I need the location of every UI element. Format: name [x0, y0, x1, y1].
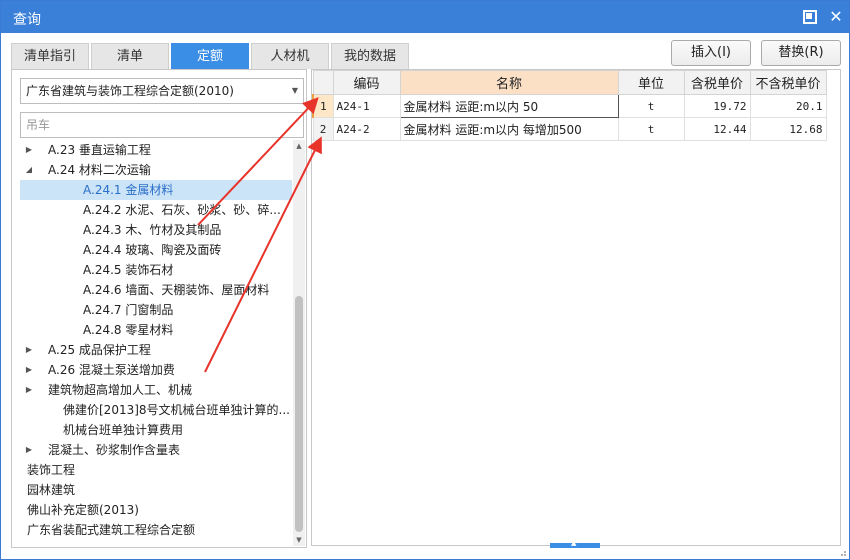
- quota-code: A24-2: [332, 117, 401, 141]
- quota-table-panel: 编码 名称 单位 含税单价 不含税单价 1 A24-1 金属材料 运距:m以内 …: [311, 69, 841, 546]
- insert-button[interactable]: 插入(I): [671, 40, 751, 66]
- column-header-price-with-tax[interactable]: 含税单价: [683, 70, 751, 95]
- tree-item-label: A.24.5 装饰石材: [83, 263, 174, 277]
- tree-item-a25[interactable]: ▶ A.25 成品保护工程: [12, 340, 292, 360]
- row-number: 2: [312, 117, 334, 141]
- tree-collapse-icon[interactable]: ◢: [24, 160, 34, 180]
- tree-item-foshan-doc[interactable]: 佛建价[2013]8号文机械台班单独计算的...: [12, 400, 292, 420]
- column-header-rownum: [312, 70, 334, 95]
- row-number: 1: [312, 94, 334, 118]
- library-select-value: 广东省建筑与装饰工程综合定额(2010): [26, 84, 234, 98]
- tree-item-mix-table[interactable]: ▶ 混凝土、砂浆制作含量表: [12, 440, 292, 460]
- search-input[interactable]: [20, 112, 304, 138]
- tree-item-a24-7[interactable]: A.24.7 门窗制品: [12, 300, 292, 320]
- quota-name[interactable]: 金属材料 运距:m以内 50: [399, 94, 619, 118]
- tree-item-prefab[interactable]: ▶ 广东省装配式建筑工程综合定额: [12, 520, 292, 540]
- tree-item-label: A.24 材料二次运输: [48, 163, 151, 177]
- column-header-price-without-tax[interactable]: 不含税单价: [749, 70, 827, 95]
- table-row[interactable]: 2 A24-2 金属材料 运距:m以内 每增加500 t 12.44 12.68: [312, 117, 827, 141]
- quota-code: A24-1: [332, 94, 401, 118]
- tree-item-a23[interactable]: ▶ A.23 垂直运输工程: [12, 140, 292, 160]
- tree-item-a24-4[interactable]: A.24.4 玻璃、陶瓷及面砖: [12, 240, 292, 260]
- table-header: 编码 名称 单位 含税单价 不含税单价: [312, 70, 827, 95]
- tree-item-label: A.25 成品保护工程: [48, 343, 151, 357]
- chevron-up-icon: ▲: [571, 539, 577, 547]
- tree-item-a24-1[interactable]: A.24.1 金属材料: [20, 180, 292, 200]
- tree-scrollbar[interactable]: ▲ ▼: [293, 140, 305, 546]
- tree-expand-icon[interactable]: ▶: [12, 520, 13, 540]
- tree-item-label: 佛山补充定额(2013): [27, 503, 139, 517]
- price-without-tax: 20.1: [749, 94, 827, 118]
- resize-grip-icon[interactable]: [837, 547, 847, 557]
- tab-my-data[interactable]: 我的数据: [331, 43, 409, 69]
- scroll-up-icon[interactable]: ▲: [293, 142, 305, 150]
- tree-item-a24-5[interactable]: A.24.5 装饰石材: [12, 260, 292, 280]
- maximize-icon[interactable]: [801, 8, 819, 26]
- tab-labor-material-machine[interactable]: 人材机: [251, 43, 329, 69]
- tree-item-a24-3[interactable]: A.24.3 木、竹材及其制品: [12, 220, 292, 240]
- tree-item-decoration[interactable]: ▶ 装饰工程: [12, 460, 292, 480]
- tree-item-label: A.24.4 玻璃、陶瓷及面砖: [83, 243, 222, 257]
- tree-item-a24-6[interactable]: A.24.6 墙面、天棚装饰、屋面材料: [12, 280, 292, 300]
- tree-item-label: A.24.2 水泥、石灰、砂浆、砂、碎...: [83, 203, 281, 217]
- tree-item-label: 园林建筑: [27, 483, 76, 497]
- tab-list-guide[interactable]: 清单指引: [11, 43, 89, 69]
- library-select[interactable]: 广东省建筑与装饰工程综合定额(2010) ▼: [20, 78, 304, 104]
- tree-item-label: 装饰工程: [27, 463, 76, 477]
- tree-expand-icon[interactable]: ▶: [12, 480, 13, 500]
- price-with-tax: 12.44: [683, 117, 751, 141]
- tree-item-a24-2[interactable]: A.24.2 水泥、石灰、砂浆、砂、碎...: [12, 200, 292, 220]
- tree-item-label: A.24.6 墙面、天棚装饰、屋面材料: [83, 283, 270, 297]
- tree-item-label: A.24.3 木、竹材及其制品: [83, 223, 222, 237]
- tree-expand-icon[interactable]: ▶: [24, 380, 34, 400]
- tree-item-label: A.26 混凝土泵送增加费: [48, 363, 175, 377]
- tree-item-label: 广东省装配式建筑工程综合定额: [27, 523, 196, 537]
- dropdown-arrow-icon[interactable]: ▼: [292, 79, 298, 103]
- tree-item-landscape[interactable]: ▶ 园林建筑: [12, 480, 292, 500]
- tree-item-a24-8[interactable]: A.24.8 零星材料: [12, 320, 292, 340]
- quota-tree: ▶ A.23 垂直运输工程 ◢ A.24 材料二次运输 A.24.1 金属材料 A.24.…: [12, 140, 292, 546]
- tree-expand-icon[interactable]: ▶: [12, 500, 13, 520]
- tree-item-foshan-supplement[interactable]: ▶ 佛山补充定额(2013): [12, 500, 292, 520]
- tree-expand-icon[interactable]: ▶: [24, 340, 34, 360]
- tree-item-a24[interactable]: ◢ A.24 材料二次运输: [12, 160, 292, 180]
- query-dialog: 查询 ✕ 清单指引 清单 定额 人材机 我的数据 插入(I) 替换(R) 广东省…: [0, 0, 850, 560]
- price-without-tax: 12.68: [749, 117, 827, 141]
- column-header-code[interactable]: 编码: [332, 70, 401, 95]
- left-panel: 广东省建筑与装饰工程综合定额(2010) ▼ ▶ A.23 垂直运输工程 ◢ A.24…: [11, 69, 307, 548]
- price-with-tax: 19.72: [683, 94, 751, 118]
- column-header-name[interactable]: 名称: [399, 70, 619, 95]
- quota-unit: t: [617, 117, 685, 141]
- tree-item-machine-shift[interactable]: 机械台班单独计算费用: [12, 420, 292, 440]
- tree-item-label: 佛建价[2013]8号文机械台班单独计算的...: [63, 403, 290, 417]
- tree-item-label: A.24.7 门窗制品: [83, 303, 174, 317]
- column-header-unit[interactable]: 单位: [617, 70, 685, 95]
- tree-item-superhigh[interactable]: ▶ 建筑物超高增加人工、机械: [12, 380, 292, 400]
- tree-expand-icon[interactable]: ▶: [24, 140, 34, 160]
- tree-item-label: A.24.1 金属材料: [83, 183, 174, 197]
- tree-item-label: A.23 垂直运输工程: [48, 143, 151, 157]
- replace-button[interactable]: 替换(R): [761, 40, 841, 66]
- splitter-handle[interactable]: ▲: [550, 539, 600, 548]
- tree-item-label: 建筑物超高增加人工、机械: [48, 383, 193, 397]
- quota-unit: t: [617, 94, 685, 118]
- tab-quota[interactable]: 定额: [171, 43, 249, 69]
- tree-item-label: 机械台班单独计算费用: [63, 423, 184, 437]
- tree-expand-icon[interactable]: ▶: [24, 360, 34, 380]
- tree-item-a26[interactable]: ▶ A.26 混凝土泵送增加费: [12, 360, 292, 380]
- close-icon[interactable]: ✕: [827, 8, 845, 26]
- quota-name[interactable]: 金属材料 运距:m以内 每增加500: [399, 117, 619, 141]
- tab-list[interactable]: 清单: [91, 43, 169, 69]
- quota-table: 编码 名称 单位 含税单价 不含税单价 1 A24-1 金属材料 运距:m以内 …: [312, 70, 827, 141]
- tree-item-label: A.24.8 零星材料: [83, 323, 174, 337]
- scrollbar-thumb[interactable]: [295, 296, 303, 532]
- tree-expand-icon[interactable]: ▶: [24, 440, 34, 460]
- tree-item-label: 混凝土、砂浆制作含量表: [48, 443, 181, 457]
- tree-expand-icon[interactable]: ▶: [12, 460, 13, 480]
- window-title: 查询: [13, 12, 41, 28]
- scroll-down-icon[interactable]: ▼: [293, 536, 305, 544]
- table-row[interactable]: 1 A24-1 金属材料 运距:m以内 50 t 19.72 20.1: [312, 94, 827, 118]
- title-bar[interactable]: 查询 ✕: [1, 1, 849, 33]
